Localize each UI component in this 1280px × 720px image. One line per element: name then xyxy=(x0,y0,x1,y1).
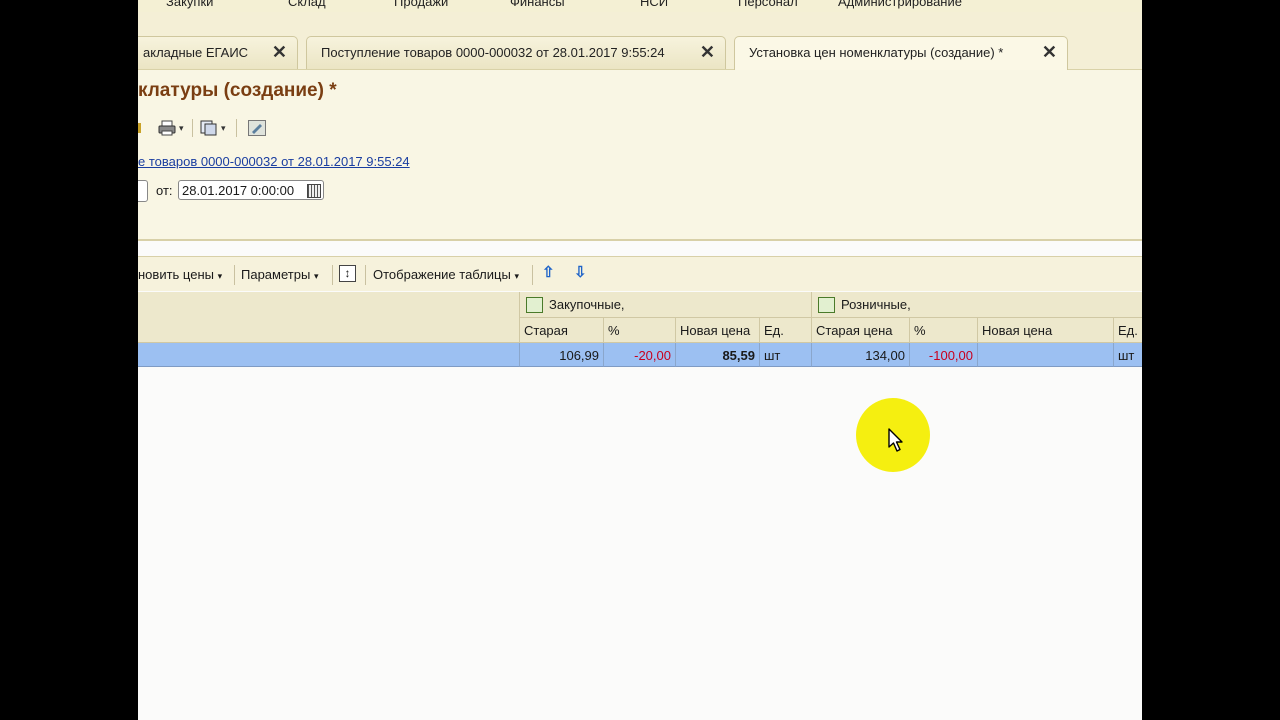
print-icon xyxy=(158,120,176,136)
cell-value: 134,00 xyxy=(865,348,905,363)
toolbar-separator xyxy=(332,265,333,285)
column-header-retail-old[interactable]: Старая цена xyxy=(812,318,910,343)
purchase-new-cell[interactable]: 85,59 xyxy=(676,343,760,367)
tab-goods-receipt[interactable]: Поступление товаров 0000-000032 от 28.01… xyxy=(306,36,726,69)
date-value: 28.01.2017 0:00:00 xyxy=(182,183,295,198)
chevron-down-icon: ▾ xyxy=(217,271,223,281)
cell-value: шт xyxy=(1118,348,1135,363)
menu-item-nsi[interactable]: НСИ xyxy=(640,0,668,9)
tab-strip: акладные ЕГАИС ✕ Поступление товаров 000… xyxy=(138,12,1142,70)
purchase-old-cell[interactable]: 106,99 xyxy=(520,343,604,367)
toolbar-separator xyxy=(532,265,533,285)
basis-document-link[interactable]: е товаров 0000-000032 от 28.01.2017 9:55… xyxy=(138,154,410,169)
chevron-down-icon: ▾ xyxy=(179,122,184,133)
column-label: Новая цена xyxy=(982,323,1053,338)
chevron-down-icon: ▾ xyxy=(514,271,519,281)
toolbar-separator xyxy=(192,119,193,137)
column-label: Старая xyxy=(524,323,568,338)
table-toolbar: новить цены ▾ Параметры ▾ ↕ Отображение … xyxy=(138,256,1142,291)
arrow-down-icon[interactable]: ⇩ xyxy=(574,265,588,280)
retail-prices-group-header: Розничные, xyxy=(812,292,1142,318)
tab-price-setting[interactable]: Установка цен номенклатуры (создание) * … xyxy=(734,36,1068,70)
cell-value: 85,59 xyxy=(722,348,755,363)
cell-value: -100,00 xyxy=(928,348,973,363)
column-header-purchase-new[interactable]: Новая цена xyxy=(676,318,760,343)
retail-group-label: Розничные, xyxy=(841,297,911,312)
tab-label: Поступление товаров 0000-000032 от 28.01… xyxy=(321,45,665,60)
product-column-header[interactable] xyxy=(138,292,520,343)
retail-group-icon xyxy=(818,297,835,313)
tab-label: акладные ЕГАИС xyxy=(143,45,249,60)
chevron-down-icon: ▾ xyxy=(221,122,226,133)
cell-value: -20,00 xyxy=(634,348,671,363)
column-header-retail-pct[interactable]: % xyxy=(910,318,978,343)
date-field[interactable]: 28.01.2017 0:00:00 xyxy=(178,180,324,200)
tool-icon-partial[interactable] xyxy=(138,118,142,138)
toolbar-separator xyxy=(236,119,237,137)
column-header-purchase-unit[interactable]: Ед. xyxy=(760,318,812,343)
close-icon[interactable]: ✕ xyxy=(1042,42,1057,63)
column-header-retail-new[interactable]: Новая цена xyxy=(978,318,1114,343)
toolbar-separator xyxy=(365,265,366,285)
retail-new-cell[interactable] xyxy=(978,343,1114,367)
purchase-prices-group-header: Закупочные, xyxy=(520,292,812,318)
tab-egais-invoices[interactable]: акладные ЕГАИС ✕ xyxy=(138,36,298,69)
number-field[interactable] xyxy=(138,180,148,202)
purchase-group-icon xyxy=(526,297,543,313)
column-header-purchase-pct[interactable]: % xyxy=(604,318,676,343)
section-divider xyxy=(138,239,1142,241)
column-header-purchase-old[interactable]: Старая xyxy=(520,318,604,343)
column-label: Старая цена xyxy=(816,323,893,338)
parameters-label: Параметры xyxy=(241,267,311,282)
parameters-button[interactable]: Параметры ▾ xyxy=(241,267,318,282)
update-prices-button[interactable]: новить цены ▾ xyxy=(138,267,222,282)
menu-item-administration[interactable]: Администрирование xyxy=(838,0,962,9)
edit-icon xyxy=(248,120,266,136)
retail-unit-cell[interactable]: шт xyxy=(1114,343,1142,367)
column-label: Новая цена xyxy=(680,323,751,338)
app-window: Закупки Склад Продажи Финансы НСИ Персон… xyxy=(138,0,1142,720)
table-display-label: Отображение таблицы xyxy=(373,267,511,282)
retail-old-cell[interactable]: 134,00 xyxy=(812,343,910,367)
page-title: клатуры (создание) * xyxy=(138,80,337,101)
calendar-icon[interactable] xyxy=(307,184,321,198)
purchase-unit-cell[interactable]: шт xyxy=(760,343,812,367)
column-label: Ед. xyxy=(764,323,784,338)
copy-icon xyxy=(200,120,217,136)
menu-item-finance[interactable]: Финансы xyxy=(510,0,565,9)
chevron-down-icon: ▾ xyxy=(313,271,319,281)
retail-pct-cell[interactable]: -100,00 xyxy=(910,343,978,367)
document-form: клатуры (создание) * ▾ ▾ е товаров 0000-… xyxy=(138,70,1142,240)
mouse-pointer-icon xyxy=(888,428,903,452)
edit-icon xyxy=(138,123,141,133)
cell-value: шт xyxy=(764,348,781,363)
table-display-button[interactable]: Отображение таблицы ▾ xyxy=(373,267,519,282)
column-label: Ед. xyxy=(1118,323,1138,338)
main-menu: Закупки Склад Продажи Финансы НСИ Персон… xyxy=(138,0,1142,12)
menu-item-personnel[interactable]: Персонал xyxy=(738,0,798,9)
menu-item-purchases[interactable]: Закупки xyxy=(166,0,213,9)
purchase-pct-cell[interactable]: -20,00 xyxy=(604,343,676,367)
column-label: % xyxy=(608,323,620,338)
create-based-on-button[interactable]: ▾ xyxy=(200,118,226,138)
arrow-up-icon[interactable]: ⇧ xyxy=(542,265,556,280)
menu-item-warehouse[interactable]: Склад xyxy=(288,0,326,9)
close-icon[interactable]: ✕ xyxy=(700,42,715,63)
menu-item-sales[interactable]: Продажи xyxy=(394,0,448,9)
product-cell[interactable] xyxy=(138,343,520,367)
column-label: % xyxy=(914,323,926,338)
column-header-retail-unit[interactable]: Ед. xyxy=(1114,318,1142,343)
toolbar-separator xyxy=(234,265,235,285)
close-icon[interactable]: ✕ xyxy=(272,42,287,63)
move-rows-icon[interactable]: ↕ xyxy=(339,265,356,282)
purchase-group-label: Закупочные, xyxy=(549,297,625,312)
edit-button[interactable] xyxy=(248,118,266,138)
tab-label: Установка цен номенклатуры (создание) * xyxy=(749,45,1004,60)
print-button[interactable]: ▾ xyxy=(158,118,184,138)
update-prices-label: новить цены xyxy=(138,267,214,282)
cell-value: 106,99 xyxy=(559,348,599,363)
date-label: от: xyxy=(156,183,173,198)
